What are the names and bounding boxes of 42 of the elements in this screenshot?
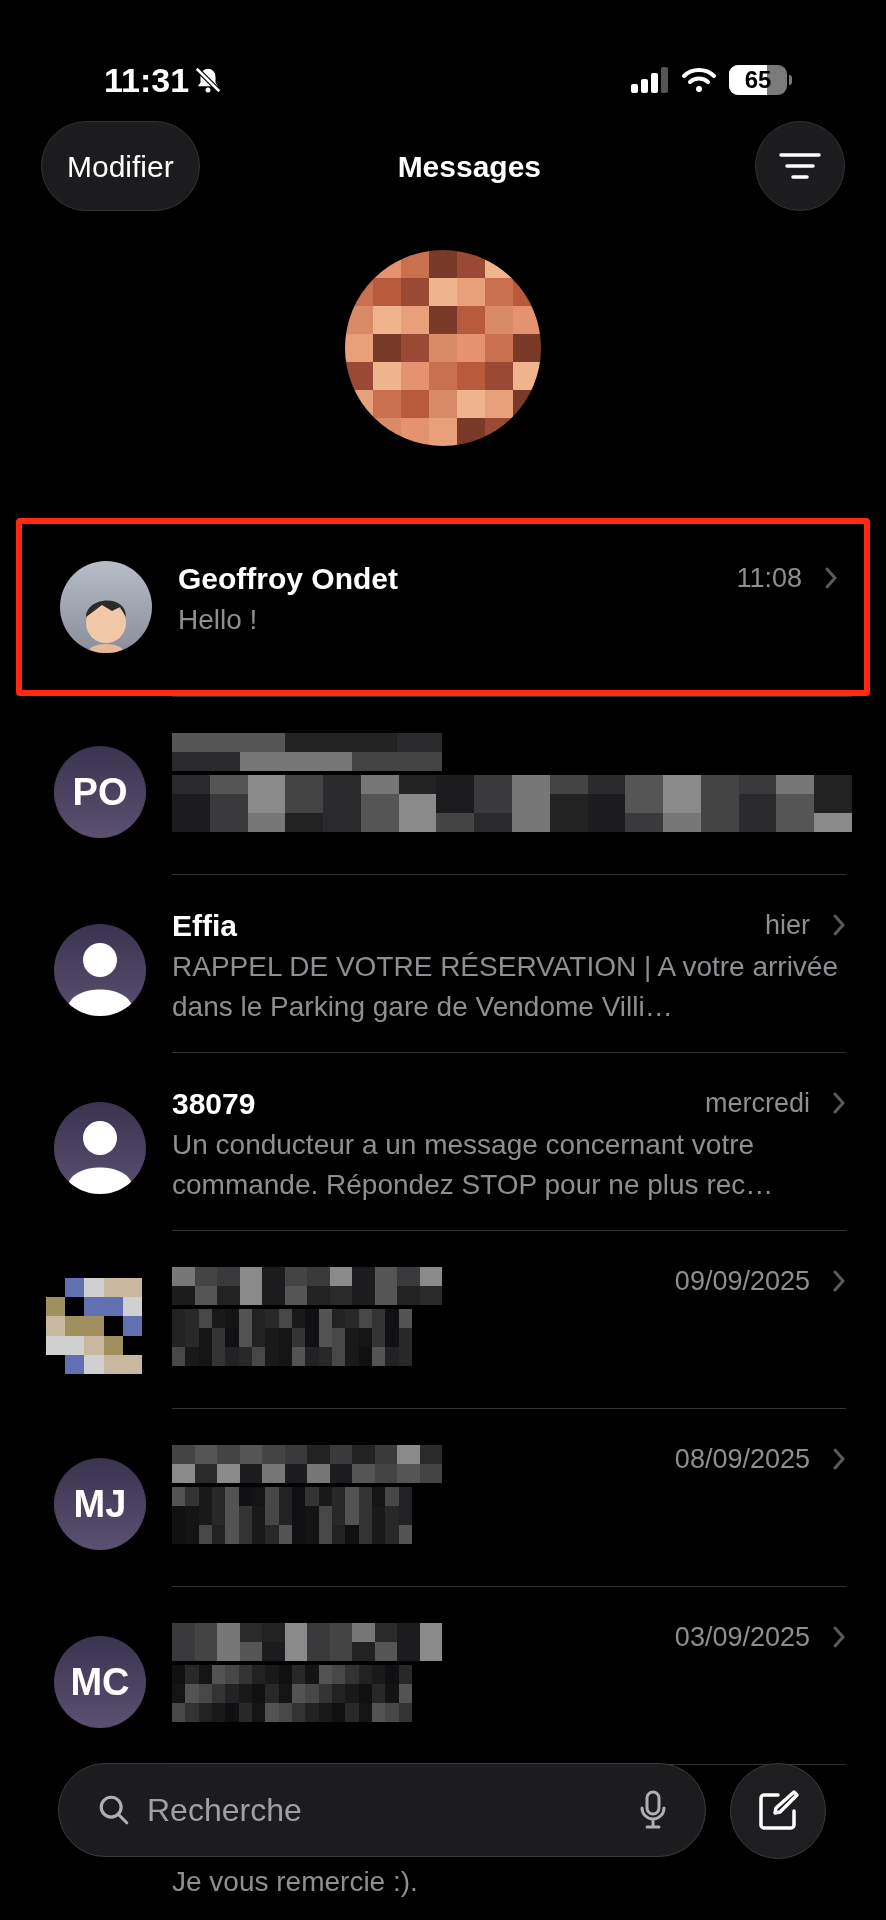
edit-button[interactable]: Modifier [41, 121, 200, 211]
chevron-right-icon [832, 913, 846, 937]
chevron-right-icon [832, 1625, 846, 1649]
search-icon [97, 1793, 131, 1827]
conversation-row[interactable]: Effia hier RAPPEL DE VOTRE RÉSERVATION | A votre arrivée dans le Parking gare de Vendome Villi… [0, 874, 886, 1052]
signal-icon [631, 67, 669, 93]
message-time: hier [764, 908, 810, 942]
pinned-avatar[interactable] [345, 250, 541, 446]
message-preview: Un conducteur a un message concernant votre commande. Répondez STOP pour ne plus rec… [172, 1128, 775, 1202]
conversation-row[interactable]: MC 03/09/2025 [0, 1586, 886, 1764]
chevron-right-icon [832, 1447, 846, 1471]
conversation-row[interactable]: PO [0, 696, 886, 874]
battery-icon: 65 [729, 65, 787, 95]
message-time: 09/09/2025 [674, 1264, 810, 1298]
conversation-row[interactable]: 38079 mercredi Un conducteur a un message concernant votre commande. Répondez STOP pour ne plus rec… [0, 1052, 886, 1230]
avatar: PO [54, 746, 146, 838]
chevron-right-icon [824, 566, 838, 590]
compose-icon [756, 1789, 800, 1833]
status-time: 11:31 [104, 59, 190, 101]
chevron-right-icon [832, 1091, 846, 1115]
contact-name: 38079 [172, 1085, 256, 1122]
message-preview: Hello ! [178, 603, 259, 637]
avatar: MJ [54, 1458, 146, 1550]
message-preview: RAPPEL DE VOTRE RÉSERVATION | A votre arrivée dans le Parking gare de Vendome Villi… [172, 950, 839, 1024]
conversation-row[interactable]: MJ 08/09/2025 [0, 1408, 886, 1586]
microphone-icon[interactable] [639, 1790, 667, 1830]
conversation-row[interactable]: 09/09/2025 [0, 1230, 886, 1408]
contact-name: Effia [172, 907, 237, 944]
message-preview[interactable]: Je vous remercie :). [172, 1862, 418, 1902]
message-time: 03/09/2025 [674, 1620, 810, 1654]
avatar: MC [54, 1636, 146, 1728]
message-time: mercredi [704, 1086, 810, 1120]
filter-icon [778, 151, 822, 181]
contact-name: Geoffroy Ondet [178, 560, 398, 597]
message-time: 08/09/2025 [674, 1442, 810, 1476]
search-bar[interactable]: Recherche [58, 1763, 706, 1857]
search-input[interactable]: Recherche [147, 1786, 623, 1834]
message-time: 11:08 [736, 561, 802, 595]
screen-title: Messages [397, 148, 542, 185]
conversation-row[interactable]: Geoffroy Ondet 11:08 Hello ! [16, 518, 870, 696]
chevron-right-icon [832, 1269, 846, 1293]
wifi-icon [681, 67, 717, 93]
